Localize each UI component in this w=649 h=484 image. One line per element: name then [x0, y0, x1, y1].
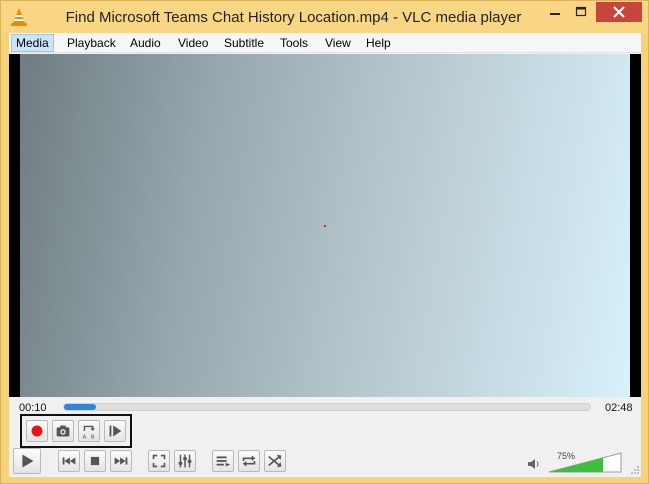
- window-title: Find Microsoft Teams Chat History Locati…: [65, 9, 522, 26]
- menu-tools[interactable]: Tools: [276, 34, 312, 52]
- snapshot-button[interactable]: [52, 420, 74, 442]
- speaker-icon[interactable]: [527, 457, 541, 471]
- play-icon: [22, 454, 34, 468]
- playlist-button[interactable]: [212, 450, 234, 472]
- random-icon: [268, 454, 282, 468]
- menu-audio[interactable]: Audio: [126, 34, 165, 52]
- seek-bar[interactable]: [63, 403, 591, 411]
- loop-button[interactable]: [238, 450, 260, 472]
- extended-settings-button[interactable]: [174, 450, 196, 472]
- loop-ab-button[interactable]: A B: [78, 420, 100, 442]
- record-button[interactable]: [26, 420, 48, 442]
- menu-media[interactable]: Media: [11, 34, 54, 52]
- total-time: 02:48: [605, 402, 633, 414]
- fullscreen-button[interactable]: [148, 450, 170, 472]
- client-area: Media Playback Audio Video Subtitle Tool…: [9, 33, 641, 477]
- menu-bar: Media Playback Audio Video Subtitle Tool…: [9, 33, 641, 53]
- vlc-window: Find Microsoft Teams Chat History Locati…: [0, 0, 649, 484]
- loop-icon: [242, 455, 256, 467]
- stop-button[interactable]: [84, 450, 106, 472]
- resize-grip-icon[interactable]: [630, 465, 640, 475]
- video-frame: [20, 54, 630, 397]
- svg-text:B: B: [91, 434, 95, 440]
- previous-icon: [62, 457, 76, 465]
- previous-button[interactable]: [58, 450, 80, 472]
- snapshot-icon: [56, 425, 70, 437]
- fullscreen-icon: [152, 454, 166, 468]
- extended-settings-icon: [178, 454, 192, 468]
- loop-ab-icon: A B: [83, 425, 95, 440]
- playlist-icon: [216, 456, 231, 467]
- stop-icon: [90, 456, 100, 466]
- next-button[interactable]: [110, 450, 132, 472]
- record-icon: [31, 425, 43, 437]
- menu-playback[interactable]: Playback: [63, 34, 120, 52]
- menu-video[interactable]: Video: [174, 34, 212, 52]
- title-bar: Find Microsoft Teams Chat History Locati…: [1, 1, 648, 33]
- minimize-button[interactable]: [542, 2, 568, 22]
- menu-view[interactable]: View: [321, 34, 355, 52]
- frame-by-frame-icon: [109, 425, 122, 437]
- menu-help[interactable]: Help: [362, 34, 395, 52]
- video-center-dot: [324, 225, 326, 227]
- volume-percent: 75%: [557, 451, 576, 461]
- close-button[interactable]: [596, 2, 642, 22]
- frame-by-frame-button[interactable]: [104, 420, 126, 442]
- video-area[interactable]: [9, 54, 641, 397]
- seek-progress: [64, 404, 96, 410]
- svg-text:A: A: [83, 434, 87, 440]
- menu-subtitle[interactable]: Subtitle: [220, 34, 268, 52]
- maximize-button[interactable]: [568, 2, 594, 22]
- next-icon: [114, 457, 128, 465]
- elapsed-time: 00:10: [19, 402, 47, 414]
- random-button[interactable]: [264, 450, 286, 472]
- play-button[interactable]: [13, 448, 41, 474]
